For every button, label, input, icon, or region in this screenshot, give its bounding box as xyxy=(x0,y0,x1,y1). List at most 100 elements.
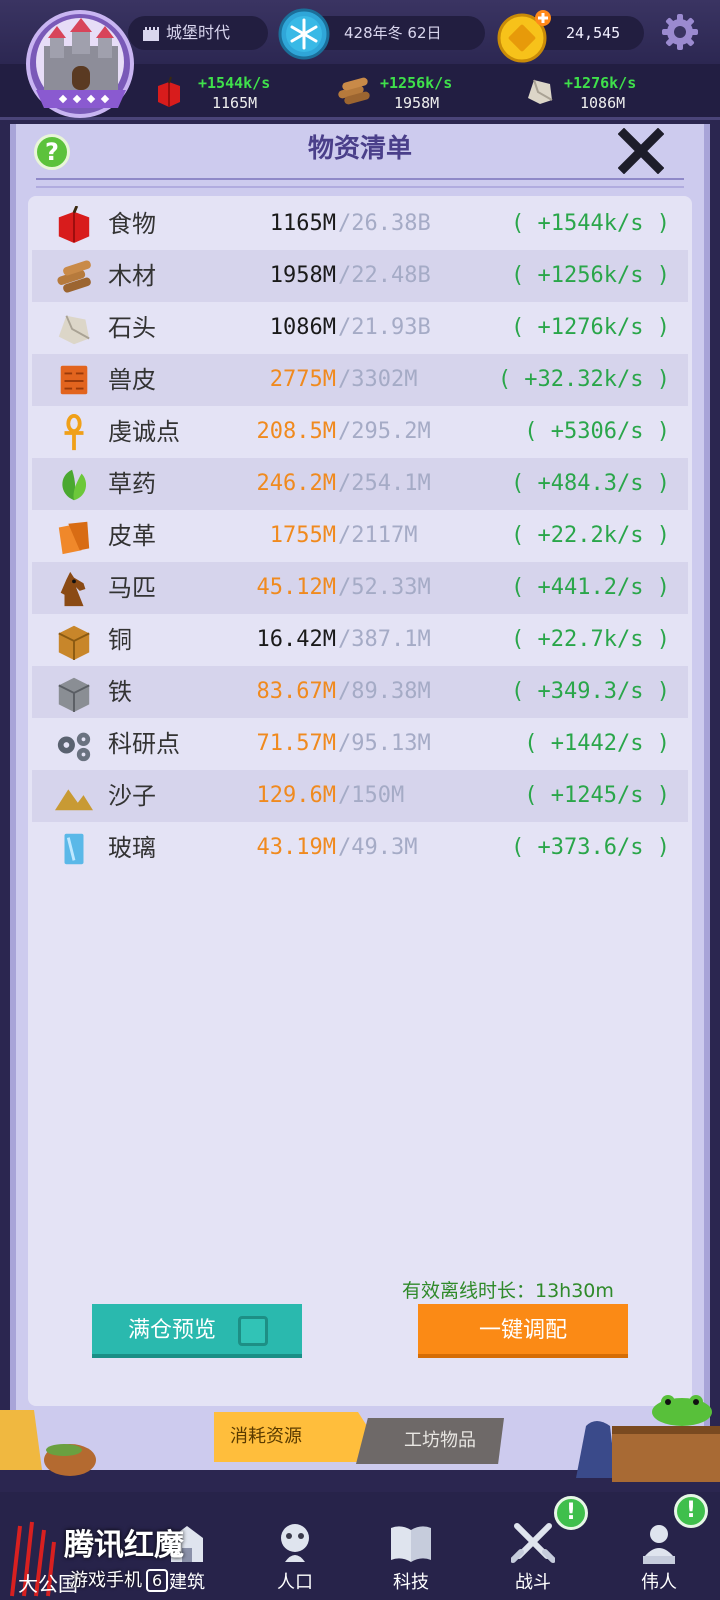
resource-row[interactable]: 虔诚点 208.5M/295.2M ( +5306/s ) xyxy=(32,406,688,458)
full-storage-preview-button[interactable]: 满仓预览 xyxy=(92,1304,302,1358)
sacks-decoration xyxy=(0,1410,96,1476)
resource-current: 43.19M xyxy=(256,835,336,860)
herb-icon xyxy=(62,469,87,501)
resource-row[interactable]: 马匹 45.12M/52.33M ( +441.2/s ) xyxy=(32,562,688,614)
resource-rate: ( +1544k/s ) xyxy=(511,211,670,236)
resource-name: 玻璃 xyxy=(108,834,156,862)
resource-summary-wood[interactable]: +1256k/s 1958M xyxy=(336,72,476,116)
realm-label: 大公国 xyxy=(18,1572,78,1596)
iron-icon xyxy=(58,677,90,712)
watermark-subtitle: 游戏手机 6 xyxy=(70,1566,169,1592)
wood-rate: +1256k/s xyxy=(380,74,453,92)
resource-row[interactable]: 铁 83.67M/89.38M ( +349.3/s ) xyxy=(32,666,688,718)
resource-capacity: /49.3M xyxy=(338,835,418,860)
wood-amount: 1958M xyxy=(394,94,440,112)
gold-amount: 24,545 xyxy=(566,24,621,42)
resource-rate: ( +441.2/s ) xyxy=(511,575,670,600)
resource-rate: ( +349.3/s ) xyxy=(511,679,670,704)
resource-name: 马匹 xyxy=(108,574,156,602)
sand-icon xyxy=(55,789,93,811)
resource-rate: ( +22.2k/s ) xyxy=(511,523,670,548)
resource-row[interactable]: 铜 16.42M/387.1M ( +22.7k/s ) xyxy=(32,614,688,666)
resource-name: 木材 xyxy=(108,262,156,290)
resource-current: 83.67M xyxy=(256,679,336,704)
watermark-title: 腾讯红魔 xyxy=(64,1528,184,1563)
resource-current: 1165M xyxy=(269,211,336,236)
settings-gear-icon[interactable] xyxy=(660,12,700,52)
nav-population-label: 人口 xyxy=(277,1572,313,1593)
resource-rate: ( +1256k/s ) xyxy=(511,263,670,288)
resource-name: 食物 xyxy=(108,210,156,238)
resource-capacity: /387.1M xyxy=(338,627,431,652)
tab-consumable-resources[interactable]: 消耗资源 xyxy=(214,1412,374,1462)
crossed-swords-icon xyxy=(511,1523,555,1563)
resource-name: 虔诚点 xyxy=(108,418,180,446)
watermark-sub-text: 游戏手机 xyxy=(70,1570,142,1591)
frog-crate-decoration xyxy=(576,1395,720,1482)
offline-duration-label: 有效离线时长：13h30m xyxy=(402,1280,614,1302)
snowflake-icon[interactable] xyxy=(278,8,330,60)
resource-current: 1755M xyxy=(269,523,336,548)
resource-capacity: /26.38B xyxy=(338,211,431,236)
bust-icon xyxy=(643,1525,675,1564)
glass-icon xyxy=(64,833,84,865)
resource-row[interactable]: 玻璃 43.19M/49.3M ( +373.6/s ) xyxy=(32,822,688,874)
resource-name: 铁 xyxy=(108,678,132,706)
copper-icon xyxy=(58,625,90,660)
nav-population[interactable]: 人口 xyxy=(250,1522,340,1598)
resource-rate: ( +1442/s ) xyxy=(524,731,670,756)
nav-tech[interactable]: 科技 xyxy=(366,1522,456,1598)
resource-name: 沙子 xyxy=(108,782,156,810)
resource-current: 16.42M xyxy=(256,627,336,652)
stone-icon xyxy=(58,315,90,345)
preview-label: 满仓预览 xyxy=(128,1318,217,1343)
resource-current: 2775M xyxy=(269,367,336,392)
resource-summary-food[interactable]: +1544k/s 1165M xyxy=(154,72,294,116)
leather-icon xyxy=(58,521,90,555)
resource-rate: ( +1245/s ) xyxy=(524,783,670,808)
resource-current: 208.5M xyxy=(256,419,336,444)
book-icon xyxy=(391,1526,431,1562)
tab-workshop-items[interactable]: 工坊物品 xyxy=(356,1418,504,1464)
resource-capacity: /95.13M xyxy=(338,731,431,756)
nav-battle[interactable]: 战斗 xyxy=(488,1522,578,1598)
era-pill: 城堡时代 xyxy=(128,16,268,50)
resource-capacity: /150M xyxy=(338,783,405,808)
tower-icon xyxy=(143,27,159,41)
resource-row[interactable]: 木材 1958M/22.48B ( +1256k/s ) xyxy=(32,250,688,302)
castle-era-badge[interactable] xyxy=(22,8,140,126)
resource-row[interactable]: 皮革 1755M/2117M ( +22.2k/s ) xyxy=(32,510,688,562)
coin-add-icon[interactable] xyxy=(496,8,552,64)
gears-icon xyxy=(57,732,91,762)
resource-row[interactable]: 石头 1086M/21.93B ( +1276k/s ) xyxy=(32,302,688,354)
resource-current: 246.2M xyxy=(256,471,336,496)
ankh-icon xyxy=(64,414,84,451)
resource-row[interactable]: 科研点 71.57M/95.13M ( +1442/s ) xyxy=(32,718,688,770)
food-rate: +1544k/s xyxy=(198,74,271,92)
food-amount: 1165M xyxy=(212,94,258,112)
resource-summary-stone[interactable]: +1276k/s 1086M xyxy=(524,72,664,116)
auto-allocate-button[interactable]: 一键调配 xyxy=(418,1304,628,1358)
wood-icon xyxy=(57,260,91,293)
resource-row[interactable]: 食物 1165M/26.38B ( +1544k/s ) xyxy=(32,198,688,250)
close-icon[interactable] xyxy=(618,128,664,174)
nav-battle-label: 战斗 xyxy=(515,1572,551,1593)
resource-name: 兽皮 xyxy=(108,366,156,394)
nav-great-people[interactable]: 伟人 xyxy=(614,1522,704,1598)
stone-amount: 1086M xyxy=(580,94,626,112)
watermark-number: 6 xyxy=(146,1569,169,1592)
resource-capacity: /295.2M xyxy=(338,419,431,444)
resource-row[interactable]: 兽皮 2775M/3302M ( +32.32k/s ) xyxy=(32,354,688,406)
resource-row[interactable]: 草药 246.2M/254.1M ( +484.3/s ) xyxy=(32,458,688,510)
great-people-alert-badge: ! xyxy=(674,1494,708,1528)
resource-name: 科研点 xyxy=(108,730,180,758)
wood-icon xyxy=(338,77,370,105)
resource-row[interactable]: 沙子 129.6M/150M ( +1245/s ) xyxy=(32,770,688,822)
resource-rate: ( +1276k/s ) xyxy=(511,315,670,340)
preview-checkbox[interactable] xyxy=(238,1316,268,1346)
nav-great-people-label: 伟人 xyxy=(641,1572,677,1593)
stone-rate: +1276k/s xyxy=(564,74,637,92)
resource-current: 129.6M xyxy=(256,783,336,808)
title-divider xyxy=(36,178,684,188)
hide-icon xyxy=(60,365,88,395)
